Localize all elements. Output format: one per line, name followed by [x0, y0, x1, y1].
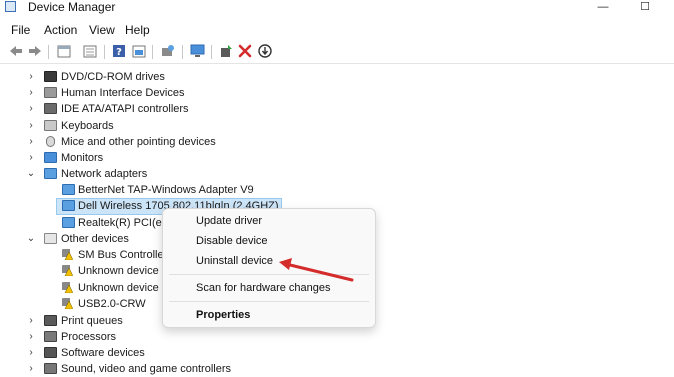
warning-icon	[62, 298, 73, 309]
tree-item-label: Processors	[61, 331, 117, 343]
tree-item-label: Software devices	[61, 347, 145, 359]
hid-icon	[44, 87, 57, 98]
action-icon[interactable]	[131, 43, 147, 59]
chevron-right-icon[interactable]: ›	[26, 101, 36, 117]
chevron-right-icon[interactable]: ›	[26, 361, 36, 377]
window-title: Device Manager	[28, 0, 116, 14]
tree-item-label: Network adapters	[61, 168, 148, 180]
uninstall-device-menu-item[interactable]: Uninstall device	[196, 255, 273, 267]
uninstall-icon[interactable]	[237, 43, 253, 59]
warning-icon	[62, 249, 73, 260]
toolbar-separator	[182, 45, 183, 59]
warning-icon	[62, 265, 73, 276]
chevron-down-icon[interactable]: ⌄	[26, 231, 36, 247]
network-adapter-icon	[62, 217, 75, 228]
menu-file[interactable]: File	[11, 23, 30, 37]
processor-icon	[44, 331, 57, 342]
help-icon[interactable]: ?	[111, 43, 127, 59]
scan-icon[interactable]	[160, 43, 176, 59]
toolbar-separator	[48, 45, 49, 59]
tree-item-label: Unknown device	[78, 282, 159, 294]
chevron-right-icon[interactable]: ›	[26, 69, 36, 85]
menu-separator	[169, 274, 369, 275]
chevron-right-icon[interactable]: ›	[26, 313, 36, 329]
toolbar-separator	[152, 45, 153, 59]
chevron-right-icon[interactable]: ›	[26, 329, 36, 345]
tree-item-label: Mice and other pointing devices	[61, 136, 216, 148]
show-hide-icon[interactable]	[56, 43, 72, 59]
forward-arrow-icon[interactable]	[27, 43, 43, 59]
monitor-icon[interactable]	[189, 43, 205, 59]
disable-device-menu-item[interactable]: Disable device	[196, 235, 268, 247]
tree-item-label: IDE ATA/ATAPI controllers	[61, 103, 189, 115]
tree-item-label: Print queues	[61, 315, 123, 327]
other-devices-icon	[44, 233, 57, 244]
update-driver-menu-item[interactable]: Update driver	[196, 215, 262, 227]
network-adapter-icon	[44, 168, 57, 179]
sound-icon	[44, 363, 57, 374]
tree-item-label: Other devices	[61, 233, 129, 245]
warning-icon	[62, 282, 73, 293]
menu-help[interactable]: Help	[125, 23, 150, 37]
svg-text:?: ?	[116, 47, 122, 58]
tree-item-label: Monitors	[61, 152, 104, 164]
minimize-button[interactable]: —	[586, 0, 620, 16]
tree-item-label: BetterNet TAP-Windows Adapter V9	[78, 184, 254, 196]
software-device-icon	[44, 347, 57, 358]
chevron-right-icon[interactable]: ›	[26, 345, 36, 361]
device-manager-icon	[5, 1, 16, 12]
tree-item-label: Realtek(R) PCI(e)	[78, 217, 166, 229]
menu-bar: File Action View Help	[0, 20, 674, 40]
printer-icon	[44, 315, 57, 326]
chevron-right-icon[interactable]: ›	[26, 134, 36, 150]
chevron-right-icon[interactable]: ›	[26, 150, 36, 166]
context-menu: Update driver Disable device Uninstall d…	[162, 208, 376, 328]
toolbar-separator	[104, 45, 105, 59]
mouse-icon	[46, 136, 55, 147]
back-arrow-icon[interactable]	[8, 43, 24, 59]
toolbar: ?	[0, 41, 674, 64]
chevron-right-icon[interactable]: ›	[26, 118, 36, 134]
keyboard-icon	[44, 120, 57, 131]
properties-icon[interactable]	[82, 43, 98, 59]
scan-hardware-menu-item[interactable]: Scan for hardware changes	[196, 282, 331, 294]
update-driver-icon[interactable]	[218, 43, 234, 59]
ide-controller-icon	[44, 103, 57, 114]
network-adapter-icon	[62, 200, 75, 211]
title-bar: Device Manager — ☐	[0, 0, 674, 17]
menu-separator	[169, 301, 369, 302]
tree-item-label: Keyboards	[61, 120, 114, 132]
tree-item-label: Unknown device	[78, 265, 159, 277]
menu-action[interactable]: Action	[44, 23, 77, 37]
tree-item-label: Sound, video and game controllers	[61, 363, 231, 375]
properties-menu-item[interactable]: Properties	[196, 309, 250, 321]
monitor-icon	[44, 152, 57, 163]
chevron-down-icon[interactable]: ⌄	[26, 166, 36, 182]
disable-icon[interactable]	[257, 43, 273, 59]
maximize-button[interactable]: ☐	[628, 0, 662, 16]
menu-view[interactable]: View	[89, 23, 115, 37]
tree-item-label: DVD/CD-ROM drives	[61, 71, 165, 83]
toolbar-separator	[211, 45, 212, 59]
chevron-right-icon[interactable]: ›	[26, 85, 36, 101]
network-adapter-icon	[62, 184, 75, 195]
tree-item-label: Human Interface Devices	[61, 87, 185, 99]
dvd-drive-icon	[44, 71, 57, 82]
tree-item-label: SM Bus Controlle	[78, 249, 164, 261]
tree-item-label: USB2.0-CRW	[78, 298, 146, 310]
